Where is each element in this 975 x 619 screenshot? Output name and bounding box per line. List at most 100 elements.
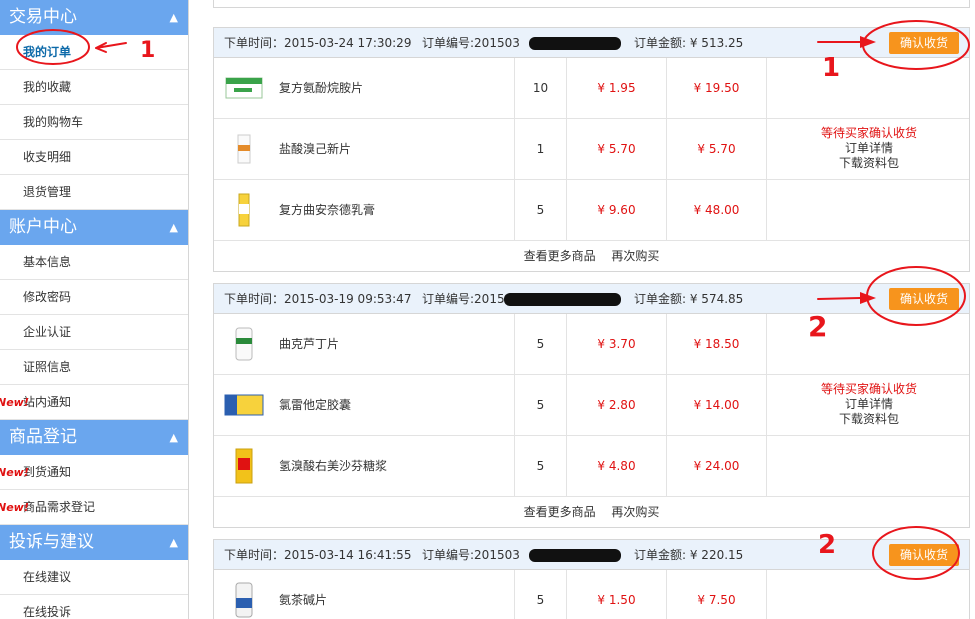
chevron-up-icon: ▲ xyxy=(169,431,178,444)
order-status-column: 等待买家确认收货 订单详情 下载资料包 xyxy=(766,58,970,241)
unit-price: ¥ 5.70 xyxy=(566,119,666,180)
order-detail-link[interactable]: 订单详情 xyxy=(767,397,971,412)
section-title: 商品登记 xyxy=(9,427,77,447)
product-thumbnail[interactable] xyxy=(224,570,264,619)
sidebar-item-licenses[interactable]: 证照信息 xyxy=(0,350,188,385)
order-amount: 订单金额: ¥ 220.15 xyxy=(634,548,744,562)
order-number: 订单编号:2015 xyxy=(422,292,505,306)
chevron-up-icon: ▲ xyxy=(169,221,178,234)
order-number: 订单编号:201503 xyxy=(422,548,520,562)
unit-price: ¥ 1.50 xyxy=(566,570,666,619)
order-time: 下单时间：2015-03-14 16:41:55 xyxy=(224,548,412,562)
view-more-products-link[interactable]: 查看更多商品 xyxy=(524,249,596,263)
sidebar-section-product-register[interactable]: 商品登记 ▲ xyxy=(0,420,188,455)
view-more-products-link[interactable]: 查看更多商品 xyxy=(524,505,596,519)
product-quantity: 10 xyxy=(514,58,566,119)
download-package-link[interactable]: 下载资料包 xyxy=(767,156,971,171)
sidebar-item-my-orders[interactable]: 我的订单 xyxy=(0,35,188,70)
order-time: 下单时间：2015-03-19 09:53:47 xyxy=(224,292,412,306)
product-name[interactable]: 氨茶碱片 xyxy=(279,570,327,619)
product-thumbnail[interactable] xyxy=(224,119,264,180)
product-name[interactable]: 曲克芦丁片 xyxy=(279,314,339,375)
new-badge: New! xyxy=(0,501,29,514)
product-quantity: 5 xyxy=(514,314,566,375)
product-name[interactable]: 氢溴酸右美沙芬糖浆 xyxy=(279,436,387,497)
product-quantity: 5 xyxy=(514,180,566,241)
page: 交易中心 ▲ 我的订单 我的收藏 我的购物车 收支明细 退货管理 账户中心 ▲ … xyxy=(0,0,975,619)
sidebar-item-returns[interactable]: 退货管理 xyxy=(0,175,188,210)
sidebar-item-demand-register[interactable]: New! 商品需求登记 xyxy=(0,490,188,525)
product-name[interactable]: 复方曲安奈德乳膏 xyxy=(279,180,375,241)
line-total: ¥ 19.50 xyxy=(666,58,766,119)
sidebar-item-basic-info[interactable]: 基本信息 xyxy=(0,245,188,280)
product-thumbnail[interactable] xyxy=(224,58,264,119)
order-card: 下单时间：2015-03-19 09:53:47 订单编号:2015 订单金额:… xyxy=(213,283,970,528)
order-card: 下单时间：2015-03-14 16:41:55 订单编号:201503 订单金… xyxy=(213,539,970,619)
sidebar-section-account[interactable]: 账户中心 ▲ xyxy=(0,210,188,245)
product-quantity: 5 xyxy=(514,570,566,619)
sidebar-section-trade[interactable]: 交易中心 ▲ xyxy=(0,0,188,35)
order-header: 下单时间：2015-03-24 17:30:29 订单编号:201503 订单金… xyxy=(214,28,969,58)
unit-price: ¥ 4.80 xyxy=(566,436,666,497)
product-quantity: 5 xyxy=(514,375,566,436)
order-amount: 订单金额: ¥ 513.25 xyxy=(634,36,744,50)
line-total: ¥ 5.70 xyxy=(666,119,766,180)
chevron-up-icon: ▲ xyxy=(169,11,178,24)
order-item-row: 氨茶碱片 5 ¥ 1.50 ¥ 7.50 xyxy=(214,570,969,619)
product-thumbnail[interactable] xyxy=(224,180,264,241)
confirm-receipt-button[interactable]: 确认收货 xyxy=(889,288,959,310)
redaction-mark xyxy=(529,37,621,50)
order-header: 下单时间：2015-03-19 09:53:47 订单编号:2015 订单金额:… xyxy=(214,284,969,314)
sidebar-item-payments[interactable]: 收支明细 xyxy=(0,140,188,175)
sidebar-item-arrival-notice[interactable]: New! 到货通知 xyxy=(0,455,188,490)
order-status: 等待买家确认收货 xyxy=(820,382,917,396)
sidebar-item-cart[interactable]: 我的购物车 xyxy=(0,105,188,140)
sidebar-section-feedback[interactable]: 投诉与建议 ▲ xyxy=(0,525,188,560)
unit-price: ¥ 9.60 xyxy=(566,180,666,241)
download-package-link[interactable]: 下载资料包 xyxy=(767,412,971,427)
order-detail-link[interactable]: 订单详情 xyxy=(767,141,971,156)
product-thumbnail[interactable] xyxy=(224,436,264,497)
sidebar: 交易中心 ▲ 我的订单 我的收藏 我的购物车 收支明细 退货管理 账户中心 ▲ … xyxy=(0,0,189,619)
previous-order-edge xyxy=(213,0,970,8)
rebuy-link[interactable]: 再次购买 xyxy=(611,249,659,263)
line-total: ¥ 24.00 xyxy=(666,436,766,497)
confirm-receipt-button[interactable]: 确认收货 xyxy=(889,32,959,54)
order-time: 下单时间：2015-03-24 17:30:29 xyxy=(224,36,412,50)
section-title: 账户中心 xyxy=(9,217,77,237)
rebuy-link[interactable]: 再次购买 xyxy=(611,505,659,519)
order-card: 下单时间：2015-03-24 17:30:29 订单编号:201503 订单金… xyxy=(213,27,970,272)
product-thumbnail[interactable] xyxy=(224,375,264,436)
order-list: 下单时间：2015-03-24 17:30:29 订单编号:201503 订单金… xyxy=(205,0,975,619)
new-badge: New! xyxy=(0,396,29,409)
sidebar-item-online-complaint[interactable]: 在线投诉 xyxy=(0,595,188,619)
sidebar-item-change-password[interactable]: 修改密码 xyxy=(0,280,188,315)
unit-price: ¥ 2.80 xyxy=(566,375,666,436)
line-total: ¥ 14.00 xyxy=(666,375,766,436)
sidebar-item-online-suggestion[interactable]: 在线建议 xyxy=(0,560,188,595)
new-badge: New! xyxy=(0,466,29,479)
product-name[interactable]: 复方氨酚烷胺片 xyxy=(279,58,363,119)
sidebar-item-favorites[interactable]: 我的收藏 xyxy=(0,70,188,105)
column-divider xyxy=(766,570,767,619)
line-total: ¥ 7.50 xyxy=(666,570,766,619)
sidebar-item-company-auth[interactable]: 企业认证 xyxy=(0,315,188,350)
product-name[interactable]: 盐酸溴己新片 xyxy=(279,119,351,180)
section-title: 交易中心 xyxy=(9,7,77,27)
chevron-up-icon: ▲ xyxy=(169,536,178,549)
order-status: 等待买家确认收货 xyxy=(820,126,917,140)
order-status-column: 等待买家确认收货 订单详情 下载资料包 xyxy=(766,314,970,497)
product-quantity: 1 xyxy=(514,119,566,180)
product-quantity: 5 xyxy=(514,436,566,497)
unit-price: ¥ 1.95 xyxy=(566,58,666,119)
product-name[interactable]: 氯雷他定胶囊 xyxy=(279,375,351,436)
order-header: 下单时间：2015-03-14 16:41:55 订单编号:201503 订单金… xyxy=(214,540,969,570)
order-amount: 订单金额: ¥ 574.85 xyxy=(634,292,744,306)
sidebar-item-site-notices[interactable]: New! 站内通知 xyxy=(0,385,188,420)
unit-price: ¥ 3.70 xyxy=(566,314,666,375)
section-title: 投诉与建议 xyxy=(9,532,94,552)
confirm-receipt-button[interactable]: 确认收货 xyxy=(889,544,959,566)
product-thumbnail[interactable] xyxy=(224,314,264,375)
line-total: ¥ 48.00 xyxy=(666,180,766,241)
order-footer: 查看更多商品 再次购买 xyxy=(214,497,969,527)
